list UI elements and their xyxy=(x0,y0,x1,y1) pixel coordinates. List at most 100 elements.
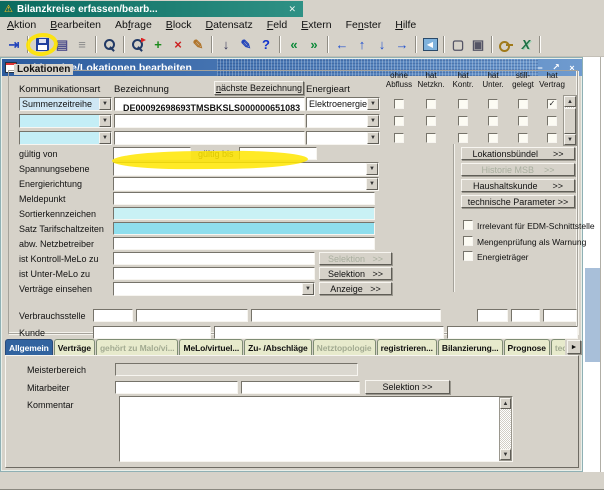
dropdown-arrow-icon[interactable]: ▼ xyxy=(367,132,379,144)
verbrauchsstelle-input-5[interactable] xyxy=(511,309,540,322)
checkbox-energieträger[interactable] xyxy=(463,251,473,261)
key-icon[interactable] xyxy=(496,35,516,54)
tab-melo-virtuel[interactable]: MeLo/virtuel... xyxy=(179,339,244,355)
checkbox-row2-col5[interactable] xyxy=(518,116,528,126)
selektion-mitarbeiter-button[interactable]: Selektion >> xyxy=(365,380,450,394)
verbrauchsstelle-input-2[interactable] xyxy=(136,309,248,322)
tab-verträge[interactable]: Verträge xyxy=(53,339,95,355)
next-block-icon[interactable]: » xyxy=(304,35,324,54)
tab-allgemein[interactable]: Allgemein xyxy=(5,339,53,355)
selektion-unter-button[interactable]: Selektion >> xyxy=(319,267,392,280)
satz-tarifschaltzeiten-input[interactable] xyxy=(113,222,375,235)
checkbox-row3-col3[interactable] xyxy=(458,133,468,143)
menu-extern[interactable]: Extern xyxy=(301,19,331,31)
mitarbeiter-input-2[interactable] xyxy=(241,381,360,394)
tab-scroll-right-icon[interactable]: ► xyxy=(567,340,581,354)
checkbox-row2-col3[interactable] xyxy=(458,116,468,126)
scrollbar-up-icon[interactable]: ▲ xyxy=(500,398,511,409)
checkbox-row2-col1[interactable] xyxy=(394,116,404,126)
anzeige-button[interactable]: Anzeige >> xyxy=(319,282,392,295)
tab-bilanzierung[interactable]: Bilanzierung... xyxy=(437,339,503,355)
kommunikationsart-combo-row2[interactable]: ▼ xyxy=(19,114,112,128)
ist-kontroll-melo-input[interactable] xyxy=(113,252,315,265)
kommentar-scrollbar[interactable]: ▲ ▼ xyxy=(499,397,512,461)
navigate-back-icon[interactable]: ◀ xyxy=(420,35,440,54)
checkbox-row2-col2[interactable] xyxy=(426,116,436,126)
excel-export-icon[interactable]: X xyxy=(516,35,536,54)
edit-icon[interactable]: ✎ xyxy=(236,35,256,54)
bezeichnung-input-row3[interactable] xyxy=(114,131,305,145)
kommunikationsart-combo-row1[interactable]: Summenzeitreihe ▼ xyxy=(19,97,112,111)
menu-datensatz[interactable]: Datensatz xyxy=(206,19,253,31)
energieart-combo-row3[interactable]: ▼ xyxy=(306,131,380,145)
energierichtung-combo[interactable]: ▼ xyxy=(113,177,379,191)
checkbox-row1-col3[interactable] xyxy=(458,99,468,109)
verbrauchsstelle-input-6[interactable] xyxy=(543,309,577,322)
menu-abfrage[interactable]: Abfrage xyxy=(115,19,152,31)
enter-query-icon[interactable] xyxy=(128,35,148,54)
menu-bearbeiten[interactable]: Bearbeiten xyxy=(50,19,101,31)
checkbox-mengenprüfung[interactable] xyxy=(463,236,473,246)
technische-parameter-button[interactable]: technische Parameter >> xyxy=(461,195,575,208)
scroll-left-icon[interactable]: ← xyxy=(332,35,352,54)
dropdown-arrow-icon[interactable]: ▼ xyxy=(367,115,379,127)
energieart-combo-row1[interactable]: Elektroenergie ▼ xyxy=(306,97,380,111)
scrollbar-thumb[interactable] xyxy=(564,108,576,134)
tab-registrieren[interactable]: registrieren... xyxy=(376,339,437,355)
verbrauchsstelle-input-3[interactable] xyxy=(251,309,441,322)
scrollbar-down-icon[interactable]: ▼ xyxy=(500,449,511,460)
scrollbar-up-icon[interactable]: ▲ xyxy=(564,96,576,107)
lokationsbuendel-button[interactable]: Lokationsbündel >> xyxy=(461,147,575,160)
close-tab-icon[interactable]: ✕ xyxy=(285,4,299,15)
delete-record-icon[interactable]: × xyxy=(168,35,188,54)
checkbox-row1-col1[interactable] xyxy=(394,99,404,109)
scrollbar-down-icon[interactable]: ▼ xyxy=(564,134,576,145)
previous-block-icon[interactable]: « xyxy=(284,35,304,54)
kommentar-textarea[interactable]: ▲ ▼ xyxy=(119,396,513,462)
document-icon[interactable]: ≡ xyxy=(72,35,92,54)
checkbox-row3-col1[interactable] xyxy=(394,133,404,143)
abw-netzbetreiber-input[interactable] xyxy=(113,237,375,250)
dropdown-arrow-icon[interactable]: ▼ xyxy=(366,178,378,190)
checkbox-row1-col6[interactable]: ✓ xyxy=(547,99,557,109)
document-tab[interactable]: ⚠ Bilanzkreise erfassen/bearb... ✕ xyxy=(0,1,303,17)
clear-record-icon[interactable]: ✎ xyxy=(188,35,208,54)
checkbox-row2-col6[interactable] xyxy=(547,116,557,126)
ist-unter-melo-input[interactable] xyxy=(113,267,315,280)
meldepunkt-input[interactable] xyxy=(113,192,375,205)
checkbox-row3-col4[interactable] xyxy=(488,133,498,143)
scroll-down-icon[interactable]: ↓ xyxy=(372,35,392,54)
checkbox-row1-col5[interactable] xyxy=(518,99,528,109)
checkbox-irrelevant[interactable] xyxy=(463,220,473,230)
insert-record-icon[interactable]: + xyxy=(148,35,168,54)
exit-icon[interactable]: ⇥ xyxy=(4,35,24,54)
tab-zu-abschläge[interactable]: Zu- /Abschläge xyxy=(244,339,312,355)
scroll-up-icon[interactable]: ↑ xyxy=(352,35,372,54)
menu-block[interactable]: Block xyxy=(166,19,192,31)
menu-fenster[interactable]: Fenster xyxy=(346,19,382,31)
checkbox-row3-col5[interactable] xyxy=(518,133,528,143)
checkbox-row3-col6[interactable] xyxy=(547,133,557,143)
checkbox-row2-col4[interactable] xyxy=(488,116,498,126)
dropdown-arrow-icon[interactable]: ▼ xyxy=(99,115,111,127)
haushaltskunde-button[interactable]: Haushaltskunde >> xyxy=(461,179,575,192)
notes-icon[interactable]: ▢ xyxy=(448,35,468,54)
dropdown-arrow-icon[interactable]: ▼ xyxy=(366,163,378,175)
dropdown-arrow-icon[interactable]: ▼ xyxy=(367,98,379,110)
vertraege-einsehen-combo[interactable]: ▼ xyxy=(113,282,315,296)
scroll-right-icon[interactable]: → xyxy=(392,35,412,54)
bezeichnung-input-row2[interactable] xyxy=(114,114,305,128)
verbrauchsstelle-input-1[interactable] xyxy=(93,309,133,322)
search-icon[interactable] xyxy=(100,35,120,54)
energieart-combo-row2[interactable]: ▼ xyxy=(306,114,380,128)
verbrauchsstelle-input-4[interactable] xyxy=(477,309,508,322)
dropdown-arrow-icon[interactable]: ▼ xyxy=(99,132,111,144)
checkbox-row1-col4[interactable] xyxy=(488,99,498,109)
bezeichnung-input-row1[interactable]: DE00092698693TMSBKSLS000000651083 xyxy=(114,97,305,113)
help-icon[interactable]: ? xyxy=(256,35,276,54)
tab-prognose[interactable]: Prognose xyxy=(503,339,550,355)
duplicate-record-icon[interactable]: ↓ xyxy=(216,35,236,54)
menu-feld[interactable]: Feld xyxy=(267,19,287,31)
checkbox-row3-col2[interactable] xyxy=(426,133,436,143)
kommunikationsart-combo-row3[interactable]: ▼ xyxy=(19,131,112,145)
